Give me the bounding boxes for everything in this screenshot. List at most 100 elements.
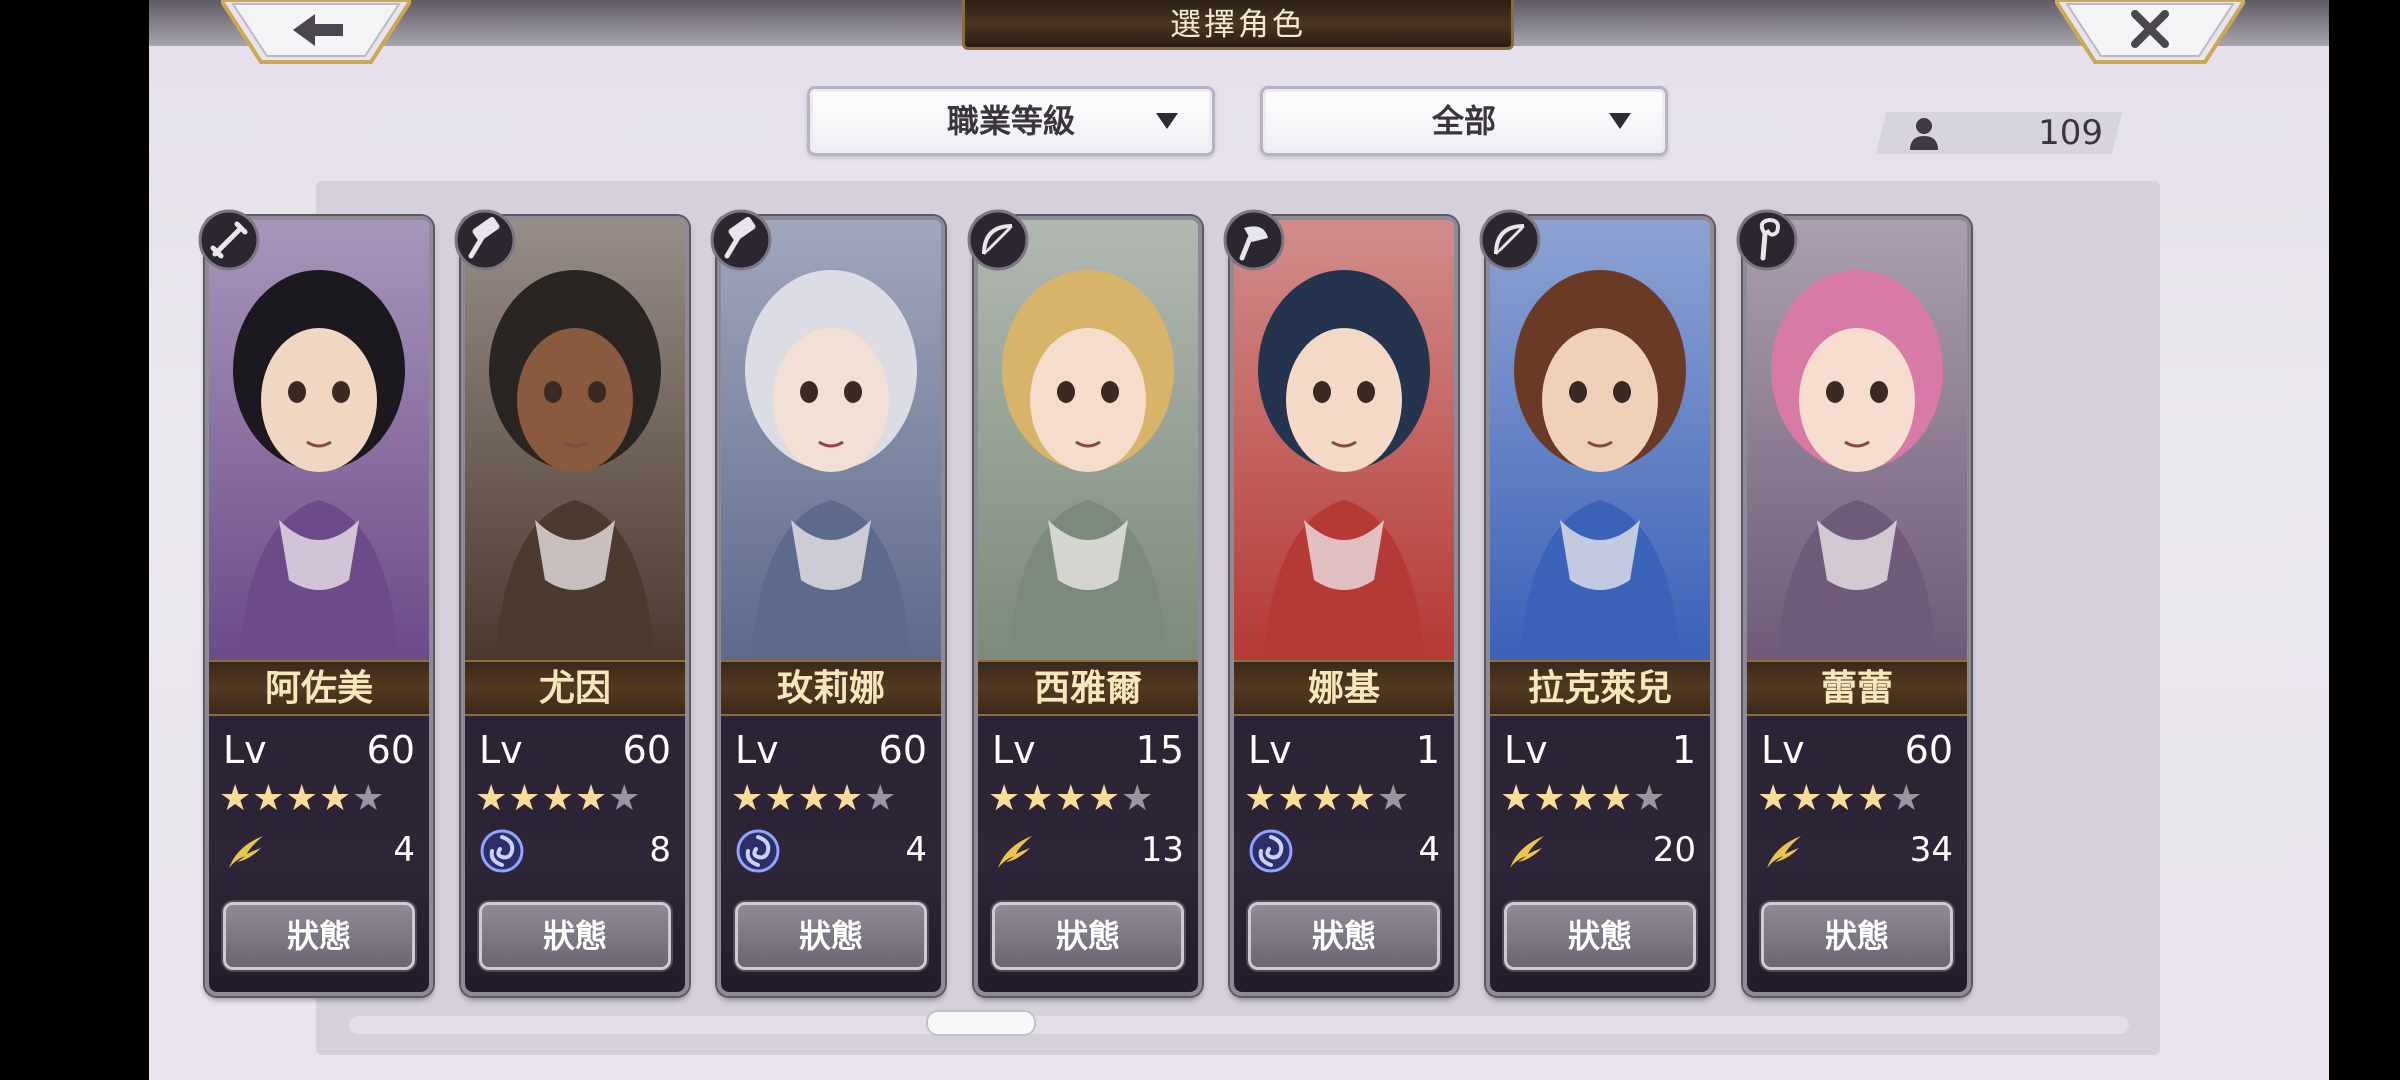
hammer-icon: [453, 208, 517, 272]
star-filled-icon: ★: [1790, 778, 1824, 819]
water-element-icon: [735, 828, 781, 878]
card-frame: 西雅爾 Lv 15 ★★★★★ 13 狀態: [974, 216, 1202, 996]
wind-element-icon: [1761, 828, 1807, 878]
card-info: 蕾蕾 Lv 60 ★★★★★ 34 狀態: [1747, 660, 1967, 992]
star-filled-icon: ★: [475, 778, 509, 819]
scrollbar-thumb[interactable]: [926, 1010, 1036, 1036]
level-label: Lv: [1248, 728, 1292, 772]
card-frame: 拉克萊兒 Lv 1 ★★★★★ 20 狀態: [1486, 216, 1714, 996]
card-frame: 阿佐美 Lv 60 ★★★★★ 4 狀態: [205, 216, 433, 996]
star-filled-icon: ★: [731, 778, 765, 819]
character-portrait: [978, 220, 1198, 660]
character-name: 玫莉娜: [721, 660, 941, 716]
element-row: 20: [1504, 828, 1696, 874]
wind-element-icon: [992, 828, 1038, 878]
star-filled-icon: ★: [1856, 778, 1891, 819]
character-portrait: [1490, 220, 1710, 660]
roster-count-value: 109: [2038, 113, 2103, 153]
card-frame: 玫莉娜 Lv 60 ★★★★★ 4 狀態: [717, 216, 945, 996]
level-label: Lv: [1504, 728, 1548, 772]
rarity-stars: ★★★★★: [219, 778, 385, 819]
close-button[interactable]: [2055, 0, 2245, 64]
status-button[interactable]: 狀態: [1761, 902, 1953, 970]
character-card[interactable]: 西雅爾 Lv 15 ★★★★★ 13 狀態: [967, 209, 1202, 996]
star-filled-icon: ★: [318, 778, 353, 819]
level-row: Lv 60: [1761, 728, 1953, 772]
star-filled-icon: ★: [764, 778, 798, 819]
wind-element-icon: [1504, 828, 1550, 878]
element-row: 34: [1761, 828, 1953, 874]
star-empty-icon: ★: [608, 778, 642, 819]
character-card[interactable]: 阿佐美 Lv 60 ★★★★★ 4 狀態: [198, 209, 433, 996]
star-filled-icon: ★: [1566, 778, 1600, 819]
status-button[interactable]: 狀態: [992, 902, 1184, 970]
character-portrait: [1747, 220, 1967, 660]
element-row: 13: [992, 828, 1184, 874]
status-button[interactable]: 狀態: [1504, 902, 1696, 970]
level-label: Lv: [479, 728, 523, 772]
star-filled-icon: ★: [1277, 778, 1311, 819]
level-row: Lv 15: [992, 728, 1184, 772]
page-title: 選擇角色: [962, 0, 1514, 50]
character-name: 西雅爾: [978, 660, 1198, 716]
star-filled-icon: ★: [1599, 778, 1634, 819]
card-frame: 尤因 Lv 60 ★★★★★ 8 狀態: [461, 216, 689, 996]
character-portrait: [465, 220, 685, 660]
level-label: Lv: [992, 728, 1036, 772]
star-empty-icon: ★: [1890, 778, 1924, 819]
character-card[interactable]: 蕾蕾 Lv 60 ★★★★★ 34 狀態: [1736, 209, 1971, 996]
star-filled-icon: ★: [285, 778, 319, 819]
element-count: 8: [649, 830, 671, 870]
star-filled-icon: ★: [541, 778, 575, 819]
level-row: Lv 1: [1504, 728, 1696, 772]
character-card[interactable]: 尤因 Lv 60 ★★★★★ 8 狀態: [454, 209, 689, 996]
element-count: 34: [1909, 830, 1953, 870]
card-info: 玫莉娜 Lv 60 ★★★★★ 4 狀態: [721, 660, 941, 992]
job-level-dropdown-label: 職業等級: [946, 102, 1075, 140]
level-value: 60: [1904, 728, 1953, 772]
character-name: 娜基: [1234, 660, 1454, 716]
character-card[interactable]: 拉克萊兒 Lv 1 ★★★★★ 20 狀態: [1479, 209, 1714, 996]
star-empty-icon: ★: [1633, 778, 1667, 819]
character-card[interactable]: 玫莉娜 Lv 60 ★★★★★ 4 狀態: [710, 209, 945, 996]
star-filled-icon: ★: [1310, 778, 1344, 819]
card-info: 娜基 Lv 1 ★★★★★ 4 狀態: [1234, 660, 1454, 992]
star-filled-icon: ★: [574, 778, 609, 819]
rarity-stars: ★★★★★: [1244, 778, 1411, 819]
character-portrait: [1234, 220, 1454, 660]
element-count: 13: [1140, 830, 1184, 870]
scrollbar-track[interactable]: [349, 1016, 2129, 1034]
star-filled-icon: ★: [1757, 778, 1791, 819]
close-x-icon: [2055, 0, 2245, 64]
status-button[interactable]: 狀態: [1248, 902, 1440, 970]
category-dropdown[interactable]: 全部: [1260, 86, 1668, 156]
element-row: 4: [223, 828, 415, 874]
star-empty-icon: ★: [1121, 778, 1155, 819]
status-button[interactable]: 狀態: [223, 902, 415, 970]
element-count: 4: [393, 830, 415, 870]
level-row: Lv 60: [735, 728, 927, 772]
person-icon: [1910, 118, 1938, 150]
level-row: Lv 60: [479, 728, 671, 772]
level-row: Lv 1: [1248, 728, 1440, 772]
star-filled-icon: ★: [1533, 778, 1567, 819]
level-value: 1: [1671, 728, 1696, 772]
rarity-stars: ★★★★★: [988, 778, 1155, 819]
star-filled-icon: ★: [988, 778, 1022, 819]
star-filled-icon: ★: [1021, 778, 1055, 819]
star-filled-icon: ★: [1244, 778, 1278, 819]
character-card[interactable]: 娜基 Lv 1 ★★★★★ 4 狀態: [1223, 209, 1458, 996]
element-count: 20: [1652, 830, 1696, 870]
status-button[interactable]: 狀態: [479, 902, 671, 970]
chevron-down-icon: [1609, 113, 1631, 129]
status-button[interactable]: 狀態: [735, 902, 927, 970]
job-level-dropdown[interactable]: 職業等級: [807, 86, 1215, 156]
card-info: 拉克萊兒 Lv 1 ★★★★★ 20 狀態: [1490, 660, 1710, 992]
character-portrait: [721, 220, 941, 660]
character-portrait: [209, 220, 429, 660]
back-button[interactable]: [221, 0, 411, 64]
star-empty-icon: ★: [1377, 778, 1411, 819]
category-dropdown-label: 全部: [1431, 102, 1496, 140]
star-filled-icon: ★: [797, 778, 831, 819]
character-name: 蕾蕾: [1747, 660, 1967, 716]
